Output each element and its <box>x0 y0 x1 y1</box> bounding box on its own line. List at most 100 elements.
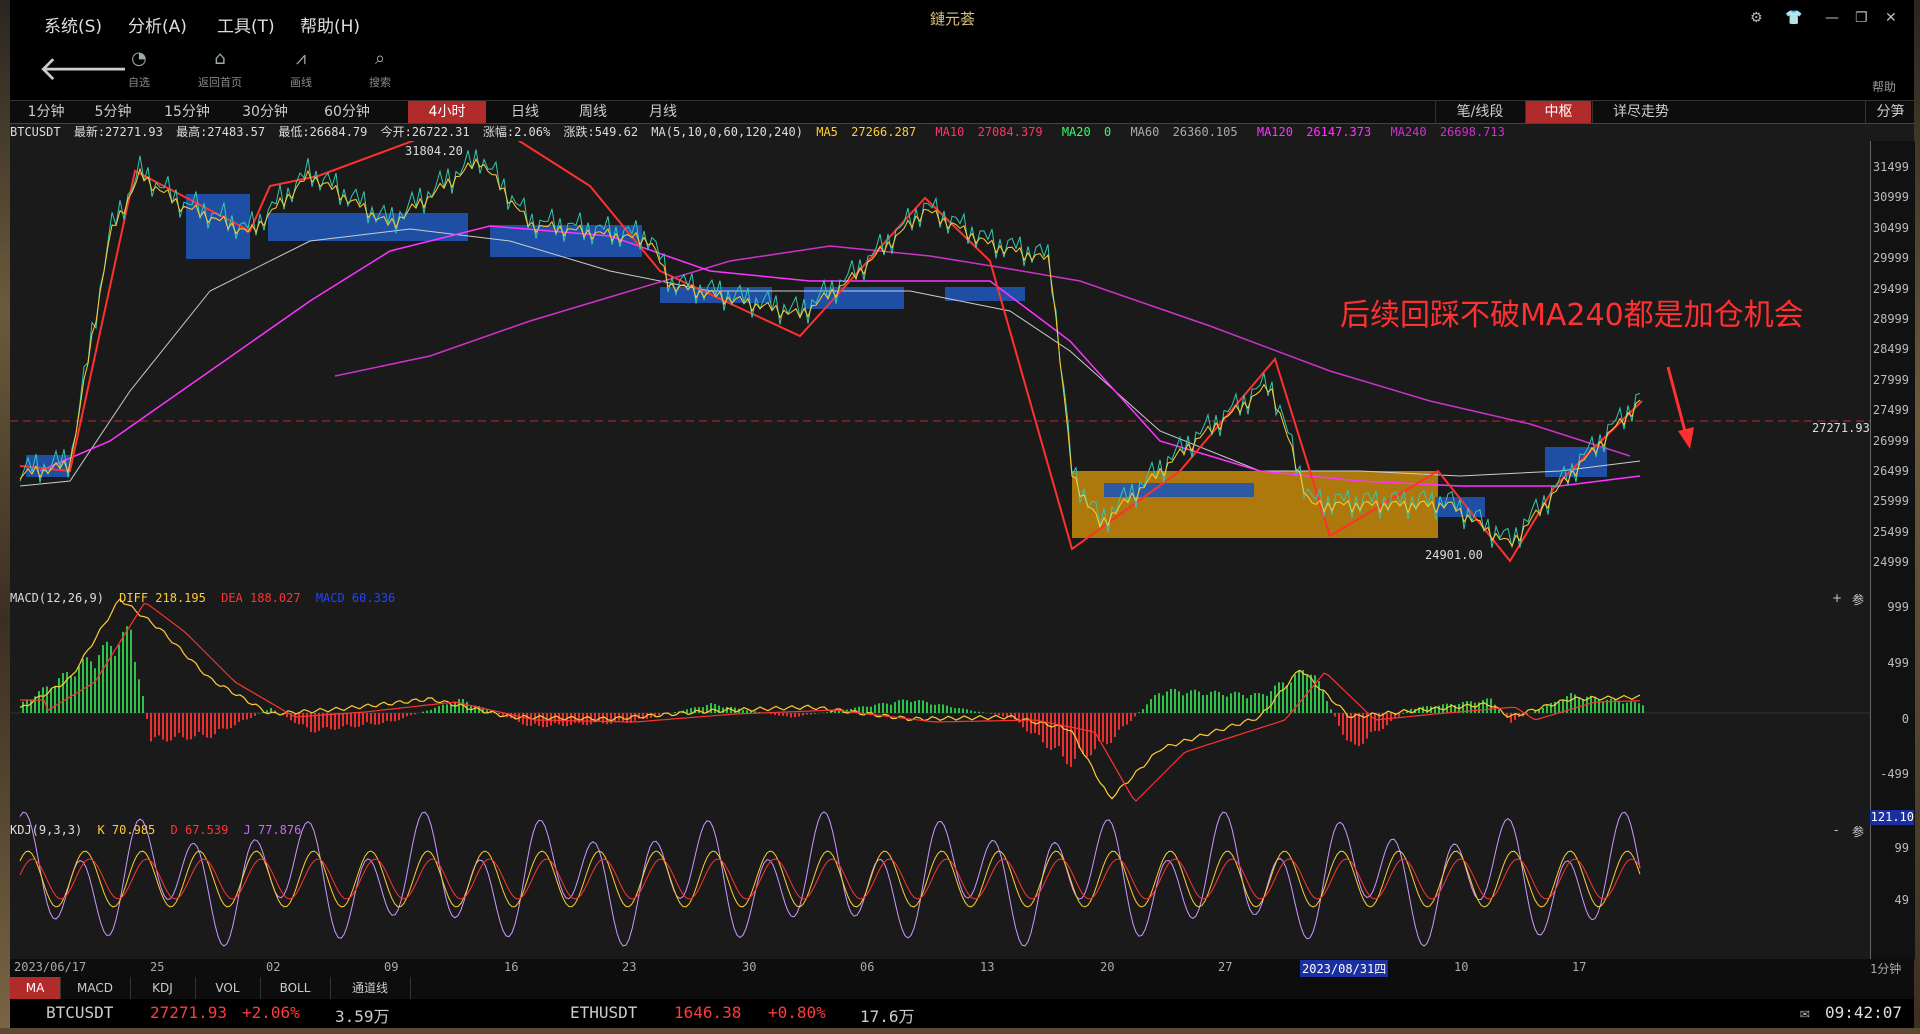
macd-bar <box>254 713 256 716</box>
tab-pivot[interactable]: 中枢 <box>1525 101 1591 123</box>
macd-bar <box>1054 713 1056 748</box>
macd-bar <box>198 713 200 732</box>
macd-axis-label: 0 <box>1901 712 1909 726</box>
macd-bar <box>1222 695 1224 713</box>
home-button[interactable]: ⌂ 返回首页 <box>185 48 255 90</box>
menu-analysis[interactable]: 分析(A) <box>128 12 187 37</box>
help-link[interactable]: 帮助 <box>1872 78 1896 95</box>
macd-bar <box>338 713 340 729</box>
macd-bar <box>946 705 948 713</box>
macd-bar <box>1254 693 1256 713</box>
macd-bar <box>438 705 440 713</box>
price-axis-label: 26999 <box>1872 433 1909 448</box>
macd-bar <box>382 713 384 723</box>
tab-4hour[interactable]: 4小时 <box>408 101 486 123</box>
macd-bar <box>406 713 408 717</box>
tab-60min[interactable]: 60分钟 <box>306 101 388 123</box>
macd-bar <box>914 700 916 713</box>
tab-channel[interactable]: 通道线 <box>330 977 411 999</box>
menu-tools[interactable]: 工具(T) <box>217 12 275 37</box>
tab-detailed-trend[interactable]: 详尽走势 <box>1592 101 1689 123</box>
status-btc-symbol[interactable]: BTCUSDT <box>46 1003 113 1022</box>
price-axis-label: 24999 <box>1872 555 1909 570</box>
tab-macd[interactable]: MACD <box>60 977 131 999</box>
watchlist-button[interactable]: ◔ 自选 <box>104 48 174 90</box>
macd-bar <box>150 713 152 742</box>
macd-bar <box>422 711 424 713</box>
macd-axis[interactable]: 999 499 0 -499 <box>1870 589 1915 821</box>
macd-bar <box>886 703 888 713</box>
kdj-param-button[interactable]: 参 <box>1852 823 1864 840</box>
macd-bar <box>82 659 84 713</box>
macd-bar <box>786 713 788 717</box>
macd-bar <box>598 713 600 722</box>
watchlist-label: 自选 <box>128 76 150 89</box>
tab-5min[interactable]: 5分钟 <box>80 101 146 123</box>
tab-stroke-segment[interactable]: 笔/线段 <box>1435 101 1524 123</box>
tab-1min[interactable]: 1分钟 <box>16 101 76 123</box>
macd-bar <box>1298 670 1300 713</box>
split-button[interactable]: 分笋 <box>1865 101 1915 123</box>
macd-bar <box>1390 713 1392 722</box>
macd-bar <box>522 713 524 725</box>
tab-15min[interactable]: 15分钟 <box>150 101 224 123</box>
macd-axis-label: -499 <box>1880 767 1909 781</box>
macd-bar <box>1618 701 1620 713</box>
menu-icon[interactable]: ⚙ <box>1750 10 1763 26</box>
menu-help[interactable]: 帮助(H) <box>300 12 360 37</box>
price-axis[interactable]: 31499 30999 30499 29999 29499 28999 28499 27999… <box>1870 141 1915 589</box>
draw-line-button[interactable]: ⩘ 画线 <box>266 48 336 90</box>
close-icon[interactable]: ✕ <box>1885 10 1897 26</box>
date-label: 17 <box>1572 960 1587 974</box>
minimize-icon[interactable]: — <box>1825 10 1839 26</box>
macd-bar <box>106 641 108 713</box>
skin-icon[interactable]: 👕 <box>1785 10 1802 26</box>
mail-icon[interactable]: ✉ <box>1800 1003 1810 1022</box>
macd-bar <box>174 713 176 737</box>
macd-bar <box>1154 695 1156 713</box>
price-axis-label: 27999 <box>1872 372 1909 387</box>
tab-vol[interactable]: VOL <box>195 977 261 999</box>
macd-bar <box>1626 702 1628 713</box>
macd-bar <box>1318 681 1320 713</box>
macd-bar <box>1194 689 1196 713</box>
menu-system[interactable]: 系统(S) <box>44 12 102 37</box>
macd-bar <box>1206 694 1208 713</box>
tab-monthly[interactable]: 月线 <box>632 101 694 123</box>
macd-bar <box>90 661 92 713</box>
macd-bar <box>586 713 588 726</box>
macd-bar <box>1510 713 1512 723</box>
search-button[interactable]: ⌕ 搜索 <box>345 48 415 90</box>
macd-bar <box>1218 691 1220 713</box>
price-axis-label: 31499 <box>1872 160 1909 174</box>
macd-add-button[interactable]: + <box>1832 591 1842 605</box>
kdj-axis[interactable]: 99 49 <box>1870 821 1915 959</box>
ma-definition: MA(5,10,0,60,120,240) <box>651 125 803 139</box>
tab-kdj[interactable]: KDJ <box>130 977 196 999</box>
kdj-crosshair-value: 121.10 <box>1870 810 1914 825</box>
macd-bar <box>1082 713 1084 755</box>
macd-bar <box>978 711 980 713</box>
price-axis-label: 29499 <box>1872 281 1909 296</box>
date-label: 13 <box>980 960 995 974</box>
macd-bar <box>1234 691 1236 713</box>
macd-param-button[interactable]: 参 <box>1852 591 1864 608</box>
tab-30min[interactable]: 30分钟 <box>228 101 302 123</box>
trading-app-window: 系统(S) 分析(A) 工具(T) 帮助(H) 鏈元荟 ⚙ 👕 — ❐ ✕ 🡐 … <box>0 0 1920 1034</box>
home-label: 返回首页 <box>198 76 242 89</box>
macd-bar <box>1058 713 1060 747</box>
restore-icon[interactable]: ❐ <box>1855 10 1868 26</box>
macd-bar <box>426 710 428 713</box>
tab-weekly[interactable]: 周线 <box>562 101 624 123</box>
status-btc-volume: 3.59万 <box>335 1007 390 1026</box>
ma10-value: MA10 27084.379 <box>935 125 1043 139</box>
tab-ma[interactable]: MA <box>10 977 61 999</box>
macd-bar <box>962 708 964 713</box>
status-eth-symbol[interactable]: ETHUSDT <box>570 1003 637 1022</box>
price-axis-label: 29999 <box>1872 251 1909 266</box>
tab-boll[interactable]: BOLL <box>260 977 331 999</box>
macd-bar <box>94 668 96 713</box>
kdj-collapse-button[interactable]: - <box>1834 823 1838 837</box>
macd-bar <box>1250 694 1252 713</box>
tab-daily[interactable]: 日线 <box>494 101 556 123</box>
